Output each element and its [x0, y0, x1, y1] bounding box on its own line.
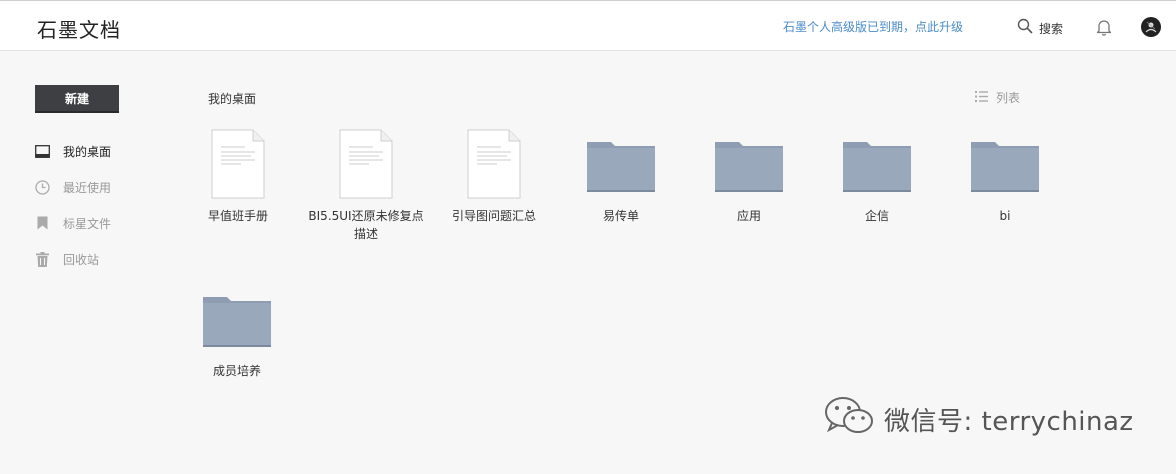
desktop-icon — [34, 143, 50, 159]
app-logo[interactable]: 石墨文档 — [37, 14, 121, 43]
sidebar-item-label: 我的桌面 — [63, 144, 112, 159]
clock-icon — [34, 179, 50, 195]
sidebar-item-desktop[interactable]: 我的桌面 — [34, 141, 111, 161]
page-title: 我的桌面 — [208, 92, 257, 106]
bell-icon[interactable] — [1094, 17, 1114, 37]
search-button[interactable]: 搜索 — [1017, 18, 1063, 38]
folder-name: 易传单 — [602, 209, 639, 223]
sidebar-item-label: 最近使用 — [63, 180, 112, 195]
folder-item[interactable]: 易传单 — [557, 128, 685, 225]
folder-icon — [841, 128, 913, 200]
file-item[interactable]: 引导图问题汇总 — [430, 128, 558, 225]
list-view-toggle[interactable]: 列表 — [975, 89, 1020, 106]
file-item[interactable]: BI5.5UI还原未修复点描述 — [302, 128, 430, 243]
file-name: 早值班手册 — [207, 209, 268, 223]
folder-item[interactable]: 应用 — [685, 128, 813, 225]
top-bar: 石墨文档 石墨个人高级版已到期，点此升级 搜索 — [0, 0, 1176, 51]
new-button[interactable]: 新建 — [35, 85, 119, 113]
folder-item[interactable]: bi — [941, 128, 1069, 225]
folder-name: 企信 — [864, 209, 889, 223]
sidebar-item-starred[interactable]: 标星文件 — [34, 213, 111, 233]
sidebar-item-trash[interactable]: 回收站 — [34, 249, 99, 269]
folder-name: bi — [999, 209, 1011, 223]
file-name: BI5.5UI还原未修复点描述 — [308, 209, 424, 241]
sidebar-item-label: 回收站 — [63, 252, 100, 267]
avatar[interactable] — [1141, 17, 1161, 37]
document-icon — [330, 128, 402, 200]
list-icon — [975, 90, 988, 105]
list-view-label: 列表 — [996, 91, 1021, 105]
folder-icon — [969, 128, 1041, 200]
trash-icon — [34, 251, 50, 267]
wechat-icon — [824, 396, 876, 443]
search-icon — [1017, 18, 1033, 38]
watermark-text: 微信号: terrychinaz — [884, 407, 1134, 437]
file-item[interactable]: 早值班手册 — [174, 128, 302, 225]
folder-name: 成员培养 — [212, 364, 261, 378]
folder-icon — [201, 283, 273, 355]
folder-name: 应用 — [736, 209, 761, 223]
folder-item[interactable]: 企信 — [813, 128, 941, 225]
folder-icon — [585, 128, 657, 200]
file-name: 引导图问题汇总 — [451, 209, 536, 223]
upgrade-link[interactable]: 石墨个人高级版已到期，点此升级 — [783, 18, 963, 35]
sidebar-item-recent[interactable]: 最近使用 — [34, 177, 111, 197]
folder-item[interactable]: 成员培养 — [173, 283, 301, 380]
bookmark-icon — [34, 215, 50, 231]
search-label: 搜索 — [1039, 21, 1064, 36]
sidebar-item-label: 标星文件 — [63, 216, 112, 231]
document-icon — [202, 128, 274, 200]
document-icon — [458, 128, 530, 200]
folder-icon — [713, 128, 785, 200]
watermark: 微信号: terrychinaz — [824, 396, 1134, 443]
